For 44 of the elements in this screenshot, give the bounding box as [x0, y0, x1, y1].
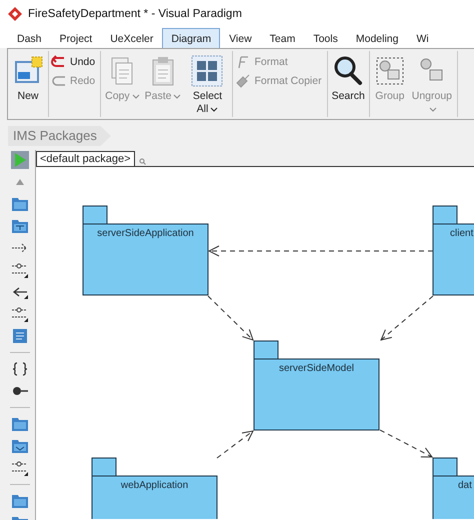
package-shape [432, 458, 474, 519]
ribbon-button[interactable]: Undo [51, 55, 98, 69]
search-icon[interactable] [138, 158, 146, 165]
package-name: dat [458, 480, 472, 491]
folder-icon[interactable] [11, 415, 29, 433]
ribbon-tab[interactable]: Dash [8, 28, 51, 48]
ribbon-tab[interactable]: Team [260, 28, 304, 48]
package-name: serverSideApplication [97, 228, 194, 239]
folder-icon[interactable] [11, 437, 29, 455]
connector-tool-icon[interactable] [11, 459, 29, 477]
undo-icon [51, 55, 67, 69]
ribbon-button[interactable]: Search [330, 51, 367, 117]
ribbon-button[interactable]: New [10, 51, 46, 117]
dependency-arrow [380, 430, 432, 458]
ribbon-tab[interactable]: Project [50, 28, 102, 48]
search-icon [332, 55, 364, 87]
ribbon-tab[interactable]: Diagram [162, 28, 220, 48]
dependency-arrow [216, 430, 254, 458]
package-name: webApplication [120, 480, 188, 491]
brush-icon [235, 74, 252, 88]
note-icon[interactable] [11, 327, 29, 345]
package-name: client [450, 228, 474, 239]
package-tab[interactable]: <default package> [36, 151, 135, 166]
breadcrumb-item[interactable]: IMS Packages [8, 126, 111, 146]
dependency-arrow [208, 296, 254, 340]
ribbon-tab[interactable]: Modeling [346, 28, 408, 48]
folder-icon[interactable] [11, 217, 29, 235]
connector-tool-icon[interactable] [11, 305, 29, 323]
select-all-icon [191, 55, 224, 87]
ribbon-tab[interactable]: Tools [304, 28, 347, 48]
folder-icon[interactable] [11, 492, 29, 510]
redo-icon [51, 74, 67, 88]
window-title: FireSafetyDepartment * - Visual Paradigm [28, 8, 242, 20]
ribbon-tab[interactable]: UeXceler [101, 28, 162, 48]
app-logo-icon [8, 7, 22, 21]
braces-icon[interactable] [11, 360, 29, 378]
ribbon-button[interactable]: Select All [184, 51, 230, 117]
group-icon [374, 55, 406, 87]
connector-tool-icon[interactable] [11, 261, 29, 279]
ribbon-tab[interactable]: Wi [407, 28, 438, 48]
dependency-arrow [380, 296, 434, 340]
ribbon-tab[interactable]: View [220, 28, 261, 48]
package-name: serverSideModel [278, 363, 354, 374]
folder-icon[interactable] [11, 195, 29, 213]
